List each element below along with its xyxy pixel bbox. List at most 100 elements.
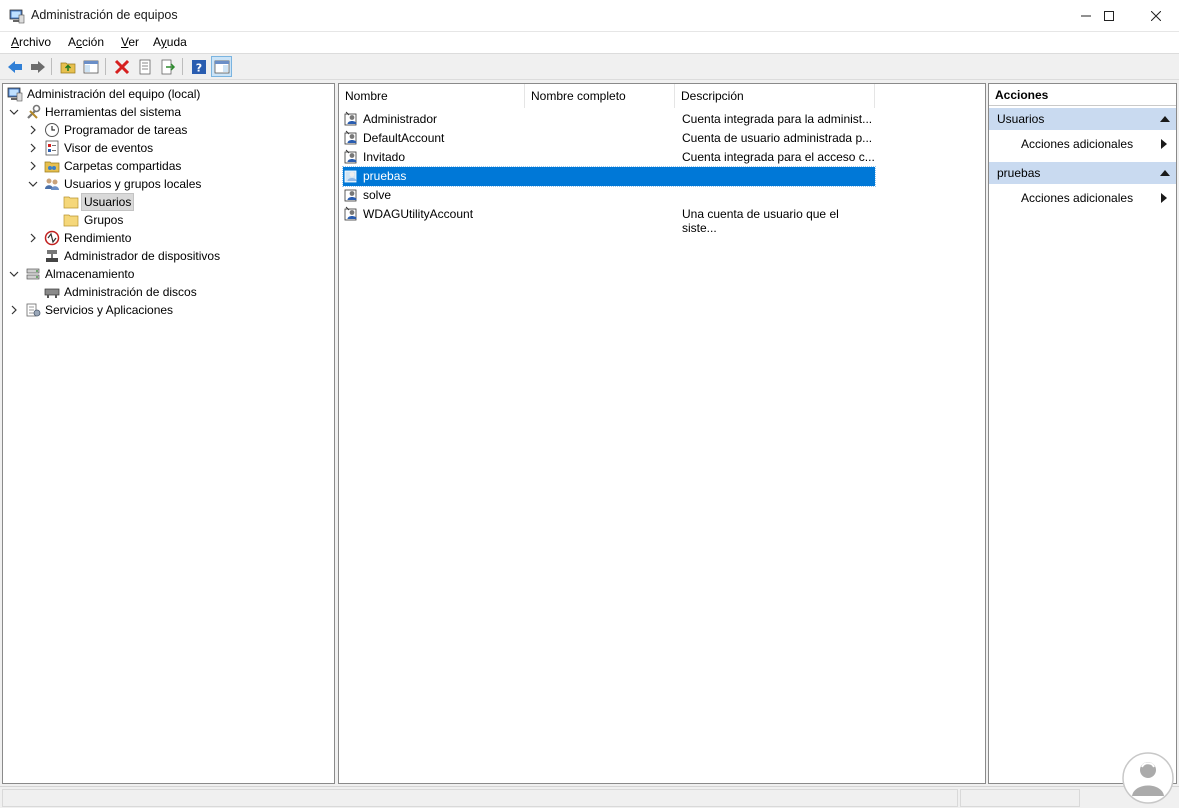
caret-up-icon[interactable] — [1160, 116, 1170, 122]
user-account-icon — [344, 111, 357, 126]
action-group-label: Usuarios — [997, 112, 1045, 126]
table-row[interactable]: solve — [343, 186, 875, 205]
delete-button[interactable] — [111, 56, 132, 77]
tree-item-grupos[interactable]: Grupos — [3, 211, 333, 229]
menu-bar: Archivo Acción Ver Ayuda — [0, 32, 1179, 53]
actions-pane: Acciones Usuarios Acciones adicionales p… — [988, 83, 1177, 784]
tree-item-dispositivos[interactable]: Administrador de dispositivos — [3, 247, 333, 265]
results-list-pane: Nombre Nombre completo Descripción Admin… — [338, 83, 986, 784]
menu-archivo[interactable]: Archivo — [11, 35, 51, 49]
table-row-selected[interactable]: pruebas — [342, 166, 876, 187]
window-title: Administración de equipos — [31, 8, 178, 22]
computer-management-icon — [9, 9, 25, 24]
chevron-right-icon[interactable] — [28, 125, 38, 135]
table-row[interactable]: Invitado Cuenta integrada para el acceso… — [343, 148, 875, 167]
tree-item-discos[interactable]: Administración de discos — [3, 283, 333, 301]
status-cell — [960, 789, 1080, 807]
export-icon — [161, 59, 175, 74]
chevron-right-icon[interactable] — [28, 161, 38, 171]
device-manager-icon — [46, 250, 58, 262]
row-description: Cuenta integrada para el acceso c... — [682, 150, 875, 164]
clock-icon — [45, 123, 59, 137]
tree-item-servicios[interactable]: Servicios y Aplicaciones — [3, 301, 333, 319]
column-header-description[interactable]: Descripción — [675, 84, 875, 108]
tree-item-visor-eventos[interactable]: Visor de eventos — [3, 139, 333, 157]
menu-ver-label: Ver — [121, 35, 140, 49]
tree-label: Herramientas del sistema — [45, 105, 182, 119]
back-button[interactable] — [4, 56, 25, 77]
action-acciones-adicionales-2[interactable]: Acciones adicionales — [1021, 191, 1133, 205]
tree-item-usuarios[interactable]: Usuarios — [3, 193, 333, 211]
help-button[interactable]: ? — [188, 56, 209, 77]
caret-up-icon[interactable] — [1160, 170, 1170, 176]
tree-label: Carpetas compartidas — [64, 159, 182, 173]
action-group-pruebas[interactable]: pruebas — [989, 162, 1176, 184]
column-header-full-name[interactable]: Nombre completo — [525, 84, 675, 108]
actions-title: Acciones — [989, 84, 1176, 106]
user-account-icon — [344, 206, 357, 221]
action-group-label: pruebas — [997, 166, 1041, 180]
shared-folder-icon — [44, 161, 60, 173]
tree-label: Administración de discos — [64, 285, 197, 299]
table-row[interactable]: Administrador Cuenta integrada para la a… — [343, 110, 875, 129]
action-group-usuarios[interactable]: Usuarios — [989, 108, 1176, 130]
chevron-down-icon[interactable] — [9, 269, 19, 279]
tree-item-programador[interactable]: Programador de tareas — [3, 121, 333, 139]
row-description: Cuenta de usuario administrada p... — [682, 131, 873, 145]
tree-item-herramientas[interactable]: Herramientas del sistema — [3, 103, 333, 121]
row-name: Administrador — [363, 112, 438, 126]
maximize-icon — [1104, 11, 1114, 21]
toolbar-separator — [105, 58, 106, 75]
show-hide-tree-button[interactable] — [80, 56, 101, 77]
delete-x-icon — [114, 59, 129, 74]
table-row[interactable]: DefaultAccount Cuenta de usuario adminis… — [343, 129, 875, 148]
help-icon: ? — [191, 59, 206, 74]
action-item-label: Acciones adicionales — [1021, 137, 1134, 151]
menu-archivo-label: Archivo — [11, 35, 52, 49]
action-acciones-adicionales-1[interactable]: Acciones adicionales — [1021, 137, 1133, 151]
close-button[interactable] — [1133, 0, 1179, 32]
user-account-icon — [344, 170, 357, 183]
tree-root-label: Administración del equipo (local) — [27, 87, 201, 101]
forward-button[interactable] — [27, 56, 48, 77]
disk-management-icon — [44, 288, 60, 298]
watermark-logo-icon — [1122, 752, 1174, 804]
submenu-arrow-icon[interactable] — [1161, 139, 1167, 149]
status-cell — [2, 789, 958, 807]
chevron-right-icon[interactable] — [28, 143, 38, 153]
menu-ayuda[interactable]: Ayuda — [153, 35, 187, 49]
properties-button[interactable] — [134, 56, 155, 77]
folder-up-icon — [60, 62, 75, 73]
tools-icon — [27, 104, 41, 119]
up-level-button[interactable] — [57, 56, 78, 77]
user-account-icon — [344, 149, 357, 164]
menu-accion[interactable]: Acción — [68, 35, 104, 49]
tree-item-rendimiento[interactable]: Rendimiento — [3, 229, 333, 247]
chevron-right-icon[interactable] — [28, 233, 38, 243]
tree-label: Administrador de dispositivos — [64, 249, 221, 263]
chevron-right-icon[interactable] — [9, 305, 19, 315]
menu-ver[interactable]: Ver — [121, 35, 139, 49]
tree-label: Almacenamiento — [45, 267, 135, 281]
submenu-arrow-icon[interactable] — [1161, 193, 1167, 203]
row-name: DefaultAccount — [363, 131, 445, 145]
row-name: solve — [363, 188, 392, 202]
show-hide-action-pane-button[interactable] — [211, 56, 232, 77]
toolbar: ? — [0, 53, 1179, 80]
export-list-button[interactable] — [157, 56, 178, 77]
chevron-down-icon[interactable] — [9, 107, 19, 117]
tree-item-carpetas[interactable]: Carpetas compartidas — [3, 157, 333, 175]
maximize-button[interactable] — [1086, 0, 1132, 32]
tree-item-almacenamiento[interactable]: Almacenamiento — [3, 265, 333, 283]
properties-icon — [139, 59, 150, 74]
close-icon — [1151, 11, 1161, 21]
row-description: Una cuenta de usuario que el siste... — [682, 207, 839, 235]
chevron-down-icon[interactable] — [28, 179, 38, 189]
row-name: WDAGUtilityAccount — [363, 207, 474, 221]
tree-item-usuarios-grupos[interactable]: Usuarios y grupos locales — [3, 175, 333, 193]
table-row[interactable]: WDAGUtilityAccount Una cuenta de usuario… — [343, 205, 875, 235]
column-header-name[interactable]: Nombre — [339, 84, 525, 108]
status-bar — [0, 786, 1179, 808]
folder-icon — [63, 214, 79, 227]
users-groups-icon — [45, 178, 59, 190]
